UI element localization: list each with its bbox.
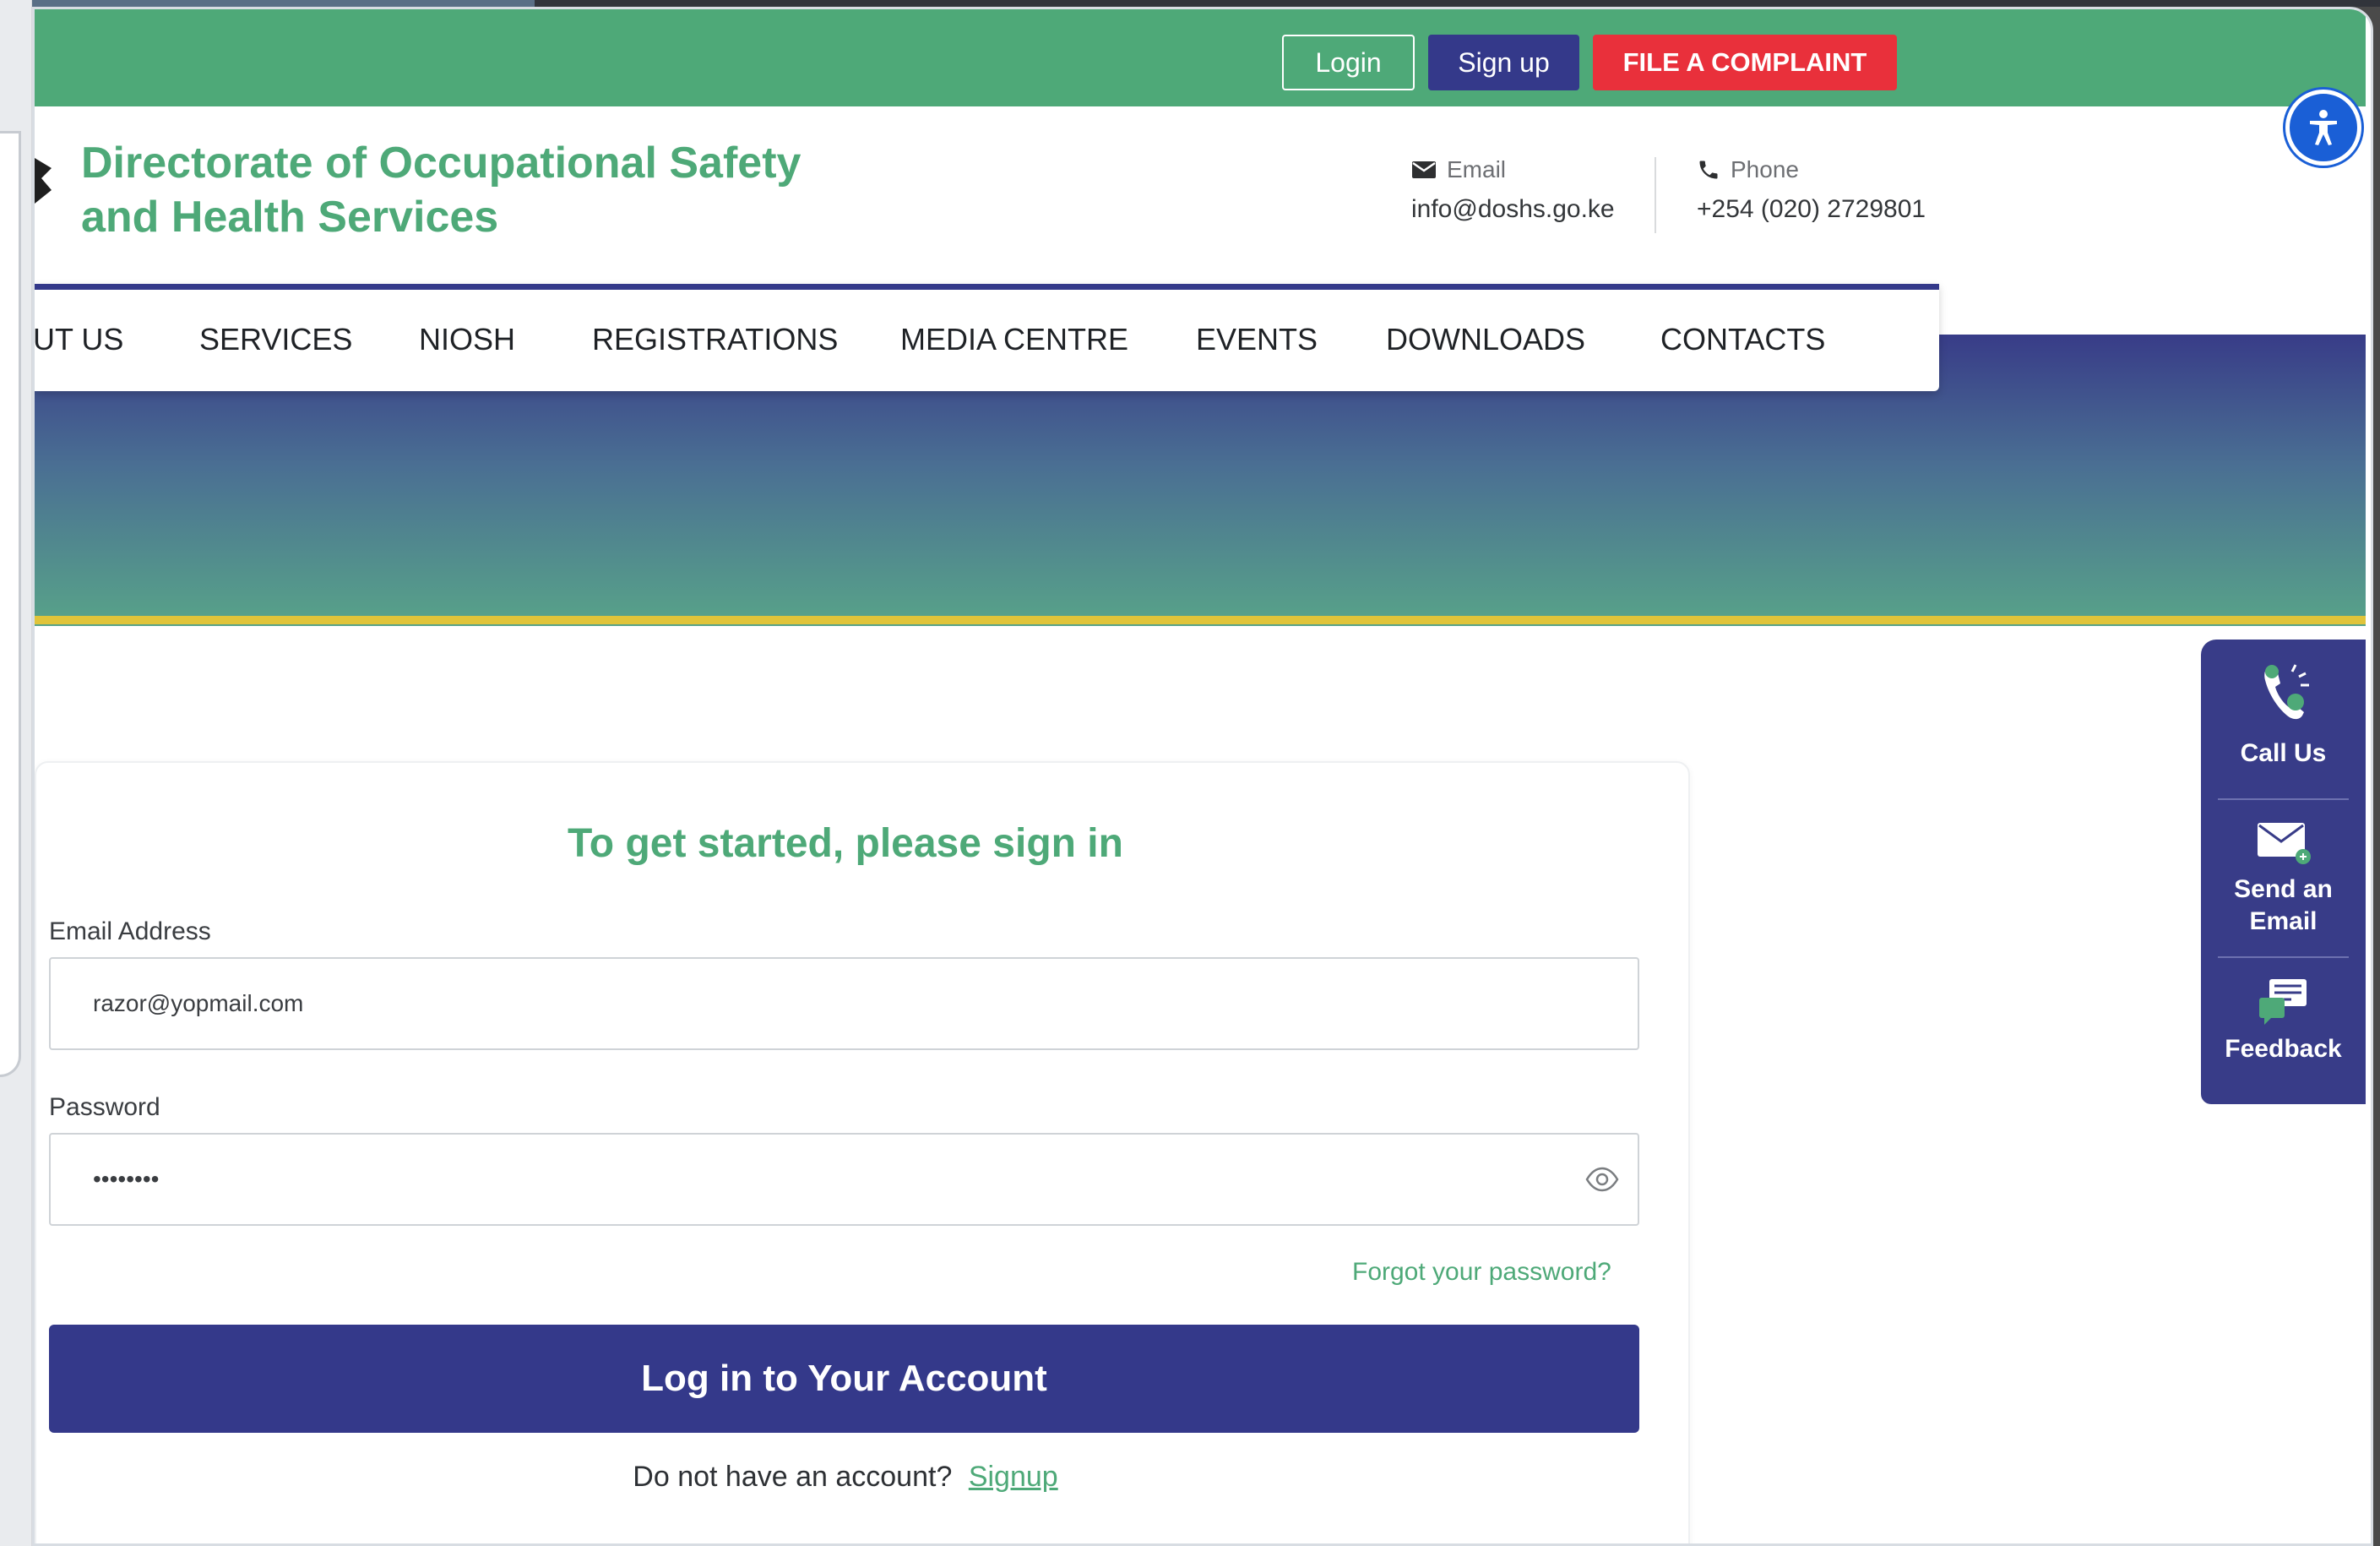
send-email-button[interactable]: Send an Email: [2201, 821, 2366, 938]
site-title[interactable]: Directorate of Occupational Safety and H…: [81, 136, 841, 244]
signup-button[interactable]: Sign up: [1428, 35, 1579, 90]
email-value[interactable]: info@doshs.go.ke: [1411, 195, 1615, 224]
email-label-row: Email: [1411, 153, 1615, 187]
phone-label: Phone: [1731, 156, 1799, 182]
send-email-label-line1: Send an: [2234, 875, 2333, 903]
browser-window: Login Sign up FILE A COMPLAINT Directora…: [32, 7, 2373, 1546]
accessibility-button[interactable]: [2285, 90, 2361, 166]
email-address-label: Email Address: [49, 917, 211, 945]
nav-item-downloads[interactable]: DOWNLOADS: [1386, 322, 1585, 357]
nav-item-registrations[interactable]: REGISTRATIONS: [592, 322, 838, 357]
side-separator: [2218, 798, 2349, 800]
phone-icon: [1699, 161, 1718, 179]
site-title-line2: and Health Services: [81, 193, 499, 242]
accessibility-icon: [2310, 110, 2337, 145]
password-label: Password: [49, 1093, 160, 1121]
call-icon: [2263, 664, 2309, 720]
contact-email: Email info@doshs.go.ke: [1411, 153, 1615, 224]
top-action-bar: Login Sign up FILE A COMPLAINT: [35, 9, 2366, 106]
nav-item-services[interactable]: SERVICES: [199, 322, 352, 357]
phone-label-row: Phone: [1697, 153, 1926, 187]
feedback-icon: [2258, 979, 2307, 1025]
main-nav: UT US SERVICES NIOSH REGISTRATIONS MEDIA…: [35, 284, 1939, 391]
signup-prompt: Do not have an account? Signup: [35, 1461, 1656, 1494]
browser-side-strip: [0, 0, 32, 1546]
email-icon: [1412, 161, 1436, 178]
signup-link[interactable]: Signup: [969, 1461, 1058, 1493]
browser-top-edge: [32, 0, 2380, 7]
login-button[interactable]: Login: [1282, 35, 1415, 90]
send-email-icon: [2257, 823, 2311, 864]
nav-item-niosh[interactable]: NIOSH: [419, 322, 515, 357]
nav-item-contacts[interactable]: CONTACTS: [1660, 322, 1825, 357]
browser-top-accent: [32, 0, 535, 7]
file-complaint-button[interactable]: FILE A COMPLAINT: [1593, 35, 1897, 90]
call-us-label: Call Us: [2240, 739, 2327, 767]
eye-icon[interactable]: [1585, 1167, 1619, 1192]
side-separator: [2218, 956, 2349, 958]
login-submit-button[interactable]: Log in to Your Account: [49, 1325, 1639, 1433]
nav-item-events[interactable]: EVENTS: [1196, 322, 1318, 357]
feedback-label: Feedback: [2225, 1035, 2342, 1063]
send-email-label-line2: Email: [2249, 907, 2318, 935]
password-input[interactable]: ••••••••: [49, 1133, 1639, 1226]
quick-actions-panel: Call Us Send an Email Feedback: [2201, 640, 2366, 1104]
hero-accent-stripe: [35, 616, 2366, 624]
call-us-button[interactable]: Call Us: [2201, 663, 2366, 770]
signin-title: To get started, please sign in: [568, 821, 1123, 866]
password-value: ••••••••: [93, 1166, 160, 1192]
contact-phone: Phone +254 (020) 2729801: [1697, 153, 1926, 224]
email-address-value: razor@yopmail.com: [93, 990, 304, 1016]
site-title-line1: Directorate of Occupational Safety: [81, 139, 801, 188]
feedback-button[interactable]: Feedback: [2201, 977, 2366, 1065]
email-address-input[interactable]: razor@yopmail.com: [49, 957, 1639, 1050]
email-label: Email: [1447, 156, 1507, 182]
contact-divider: [1655, 157, 1656, 233]
nav-item-about-us[interactable]: UT US: [35, 322, 123, 357]
side-tab[interactable]: [0, 131, 21, 1077]
phone-value[interactable]: +254 (020) 2729801: [1697, 195, 1926, 224]
no-account-text: Do not have an account?: [633, 1461, 953, 1493]
forgot-password-link[interactable]: Forgot your password?: [1352, 1258, 1611, 1287]
logo-icon[interactable]: [35, 153, 55, 214]
nav-item-media-centre[interactable]: MEDIA CENTRE: [900, 322, 1128, 357]
